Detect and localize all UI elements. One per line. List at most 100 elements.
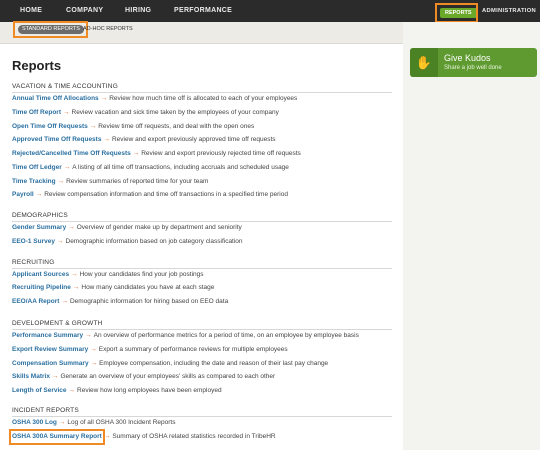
- report-link[interactable]: Performance Summary: [12, 332, 83, 339]
- nav-administration[interactable]: ADMINISTRATION: [482, 0, 536, 22]
- report-link[interactable]: EEO/AA Report: [12, 298, 59, 305]
- arrow-icon: →: [57, 178, 65, 185]
- section-title: DEMOGRAPHICS: [12, 212, 392, 222]
- list-item: Length of Service → Review how long employ…: [12, 387, 222, 394]
- list-item: Rejected/Cancelled Time Off Requests → Rev…: [12, 150, 301, 157]
- list-item: Compensation Summary → Employee compensati…: [12, 360, 328, 367]
- report-description: How your candidates find your job postin…: [79, 271, 204, 278]
- report-description: Employee compensation, including the dat…: [99, 360, 329, 367]
- report-link[interactable]: Applicant Sources: [12, 271, 69, 278]
- list-item: Applicant Sources → How your candidates fi…: [12, 271, 204, 278]
- report-description: A listing of all time off transactions, …: [72, 164, 289, 171]
- report-link[interactable]: Rejected/Cancelled Time Off Requests: [12, 150, 131, 157]
- report-description: Review and export previously approved ti…: [111, 136, 276, 143]
- arrow-icon: →: [63, 164, 71, 171]
- report-description: How many candidates you have at each sta…: [81, 284, 215, 291]
- report-link[interactable]: Payroll: [12, 191, 34, 198]
- section-title: RECRUITING: [12, 259, 392, 269]
- report-description: Log of all OSHA 300 Incident Reports: [67, 419, 176, 426]
- list-item: Time Off Ledger → A listing of all time of…: [12, 164, 289, 171]
- report-link[interactable]: Recruiting Pipeline: [12, 284, 71, 291]
- report-description: Generate an overview of your employees' …: [60, 373, 276, 380]
- kudos-title: Give Kudos: [444, 53, 491, 63]
- list-item: Performance Summary → An overview of perfo…: [12, 332, 359, 339]
- section-title: VACATION & TIME ACCOUNTING: [12, 83, 392, 93]
- report-description: Review vacation and sick time taken by t…: [71, 109, 279, 116]
- nav-hiring[interactable]: HIRING: [125, 0, 151, 22]
- report-description: Overview of gender make up by department…: [76, 224, 242, 231]
- report-link[interactable]: EEO-1 Survey: [12, 238, 55, 245]
- reports-highlight: [435, 3, 478, 23]
- list-item: EEO-1 Survey → Demographic information bas…: [12, 238, 243, 245]
- report-link[interactable]: Compensation Summary: [12, 360, 89, 367]
- report-description: Review compensation information and time…: [44, 191, 288, 198]
- right-sidebar: [403, 22, 540, 450]
- list-item: Payroll → Review compensation information …: [12, 191, 288, 198]
- list-item: EEO/AA Report → Demographic information fo…: [12, 298, 228, 305]
- osha-300a-highlight: [9, 429, 105, 445]
- thumbs-up-icon: ✋: [410, 48, 438, 77]
- section-title: DEVELOPMENT & GROWTH: [12, 320, 392, 330]
- list-item: Recruiting Pipeline → How many candidates …: [12, 284, 214, 291]
- arrow-icon: →: [58, 419, 66, 426]
- section-incident: INCIDENT REPORTS OSHA 300 Log → Log of all…: [12, 407, 392, 440]
- report-description: Summary of OSHA related statistics recor…: [112, 433, 276, 440]
- give-kudos-button[interactable]: ✋ Give Kudos Share a job well done: [410, 48, 537, 77]
- arrow-icon: →: [63, 109, 70, 116]
- report-link[interactable]: Gender Summary: [12, 224, 66, 231]
- page-title: Reports: [12, 58, 62, 73]
- section-demographics: DEMOGRAPHICS Gender Summary → Overview of …: [12, 212, 392, 245]
- report-description: Review summaries of reported time for yo…: [66, 178, 209, 185]
- arrow-icon: →: [35, 191, 43, 198]
- list-item: OSHA 300 Log → Log of all OSHA 300 Inciden…: [12, 419, 175, 426]
- arrow-icon: →: [72, 284, 80, 291]
- list-item: Export Review Summary → Export a summary o…: [12, 346, 288, 353]
- report-link[interactable]: Length of Service: [12, 387, 67, 394]
- section-recruiting: RECRUITING Applicant Sources → How your ca…: [12, 259, 392, 305]
- nav-company[interactable]: COMPANY: [66, 0, 103, 22]
- arrow-icon: →: [51, 373, 59, 380]
- list-item: Approved Time Off Requests → Review and ex…: [12, 136, 276, 143]
- section-vacation: VACATION & TIME ACCOUNTING Annual Time O…: [12, 83, 392, 198]
- list-item: Time Off Report → Review vacation and sick…: [12, 109, 279, 116]
- list-item: Gender Summary → Overview of gender make u…: [12, 224, 242, 231]
- report-description: Demographic information for hiring based…: [69, 298, 229, 305]
- report-description: Demographic information based on job cat…: [65, 238, 243, 245]
- section-development: DEVELOPMENT & GROWTH Performance Summary…: [12, 320, 392, 394]
- arrow-icon: →: [85, 332, 92, 339]
- standard-reports-highlight: [13, 21, 88, 38]
- arrow-icon: →: [71, 271, 78, 278]
- arrow-icon: →: [90, 360, 98, 367]
- report-description: Export a summary of performance reviews …: [98, 346, 288, 353]
- report-link[interactable]: Time Off Ledger: [12, 164, 62, 171]
- arrow-icon: →: [68, 387, 76, 394]
- report-link[interactable]: Export Review Summary: [12, 346, 88, 353]
- report-link[interactable]: Time Off Report: [12, 109, 61, 116]
- report-description: Review how long employees have been empl…: [77, 387, 222, 394]
- report-link[interactable]: Skills Matrix: [12, 373, 50, 380]
- report-link[interactable]: OSHA 300 Log: [12, 419, 57, 426]
- kudos-subtitle: Share a job well done: [444, 65, 502, 71]
- arrow-icon: →: [68, 224, 75, 231]
- list-item: Annual Time Off Allocations → Review how m…: [12, 95, 297, 102]
- nav-home[interactable]: HOME: [20, 0, 42, 22]
- arrow-icon: →: [61, 298, 68, 305]
- report-description: Review and export previously rejected ti…: [141, 150, 301, 157]
- list-item: Skills Matrix → Generate an overview of yo…: [12, 373, 275, 380]
- list-item: Time Tracking → Review summaries of report…: [12, 178, 208, 185]
- report-link[interactable]: Time Tracking: [12, 178, 56, 185]
- nav-performance[interactable]: PERFORMANCE: [174, 0, 232, 22]
- arrow-icon: →: [57, 238, 64, 245]
- report-link[interactable]: Approved Time Off Requests: [12, 136, 101, 143]
- report-link[interactable]: Open Time Off Requests: [12, 123, 88, 130]
- arrow-icon: →: [90, 346, 97, 353]
- report-description: Review time off requests, and deal with …: [98, 123, 255, 130]
- adhoc-reports-tab[interactable]: AD-HOC REPORTS: [83, 25, 133, 34]
- section-title: INCIDENT REPORTS: [12, 407, 392, 417]
- list-item: Open Time Off Requests → Review time off r…: [12, 123, 254, 130]
- report-description: An overview of performance metrics for a…: [93, 332, 359, 339]
- report-description: Review how much time off is allocated to…: [109, 95, 298, 102]
- arrow-icon: →: [103, 136, 110, 143]
- arrow-icon: →: [100, 95, 108, 102]
- report-link[interactable]: Annual Time Off Allocations: [12, 95, 99, 102]
